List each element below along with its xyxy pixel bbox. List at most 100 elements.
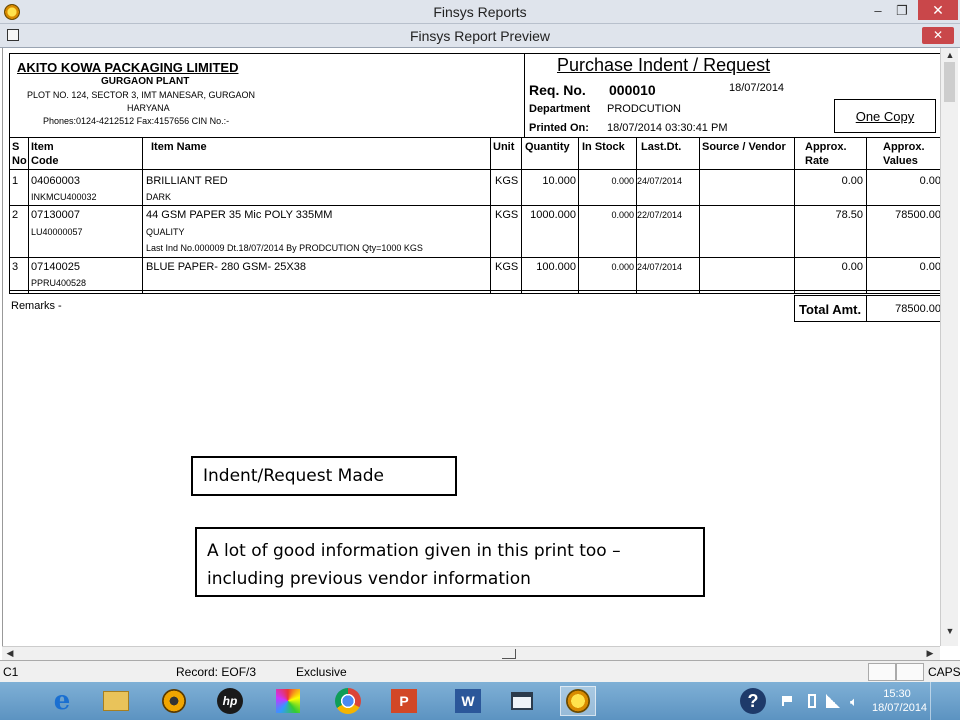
row2-rate: 78.50 (835, 209, 863, 221)
status-caps: CAPS (928, 665, 960, 679)
row1-name2: DARK (146, 192, 172, 202)
req-no-label: Req. No. (529, 82, 586, 98)
inner-window-title: Finsys Report Preview (409, 28, 551, 44)
req-date: 18/07/2014 (729, 82, 785, 94)
remarks-label: Remarks - (11, 300, 62, 312)
col-value-2: Values (883, 155, 918, 167)
status-box-2 (896, 663, 924, 681)
row3-qty: 100.000 (536, 261, 576, 273)
col-quantity: Quantity (525, 141, 570, 153)
taskbar: e hp P W ? 🔈︎ (0, 682, 960, 720)
powerpoint-icon-glyph: P (391, 689, 417, 713)
copy-label: One Copy (834, 99, 936, 133)
row2-qty: 1000.000 (530, 209, 576, 221)
finsys-icon[interactable] (560, 686, 596, 716)
col-code-2: Code (31, 155, 59, 167)
row1-qty: 10.000 (542, 175, 576, 187)
word-icon[interactable]: W (450, 686, 486, 716)
taskbar-date: 18/07/2014 (872, 702, 928, 714)
scroll-up-arrow-icon[interactable]: ▲ (943, 50, 957, 60)
scroll-right-arrow-icon[interactable]: ▶ (924, 648, 936, 659)
row2-stock: 0.000 (611, 210, 634, 220)
hp-icon[interactable]: hp (212, 686, 248, 716)
taskbar-time: 15:30 (883, 688, 911, 700)
outer-close-button[interactable]: ✕ (918, 0, 958, 20)
status-box-1 (868, 663, 896, 681)
battery-icon[interactable] (808, 694, 816, 708)
show-desktop-button[interactable] (930, 682, 960, 720)
vertical-scrollbar[interactable]: ▲ ▼ (940, 48, 958, 646)
window-icon[interactable] (504, 686, 540, 716)
row2-last: 22/07/2014 (637, 210, 683, 220)
row3-name: BLUE PAPER- 280 GSM- 25X38 (146, 261, 306, 273)
annotation-vendor-info: A lot of good information given in this … (195, 527, 705, 597)
row1-rate: 0.00 (841, 175, 863, 187)
signal-icon[interactable] (826, 694, 840, 708)
department-value: PRODCUTION (607, 103, 681, 115)
row1-code2: INKMCU400032 (31, 192, 97, 202)
status-mode: Exclusive (296, 665, 347, 679)
row1-value: 0.00 (919, 175, 940, 187)
row3-rate: 0.00 (841, 261, 863, 273)
row1-stock: 0.000 (611, 176, 634, 186)
outer-window-title: Finsys Reports (433, 4, 527, 20)
total-amount-label: Total Amt. (799, 302, 862, 317)
row3-code2: PPRU400528 (31, 278, 87, 288)
outer-title-bar: Finsys Reports – ❐ (0, 0, 960, 24)
col-item-name: Item Name (151, 141, 207, 153)
minimize-button[interactable]: – (868, 3, 888, 18)
annotation-indent-made: Indent/Request Made (191, 456, 457, 496)
row2-code: 07130007 (31, 209, 80, 221)
word-icon-glyph: W (455, 689, 481, 713)
status-bar: C1 Record: EOF/3 Exclusive CAPS (0, 660, 960, 682)
printed-on-value: 18/07/2014 03:30:41 PM (607, 122, 728, 134)
row1-code: 04060003 (31, 175, 80, 187)
ie-icon[interactable]: e (44, 686, 80, 716)
col-unit: Unit (493, 141, 515, 153)
inner-close-button[interactable]: ✕ (922, 27, 954, 44)
department-label: Department (529, 103, 591, 115)
row3-value: 0.00 (919, 261, 940, 273)
explorer-icon[interactable] (98, 686, 134, 716)
col-source-vendor: Source / Vendor (702, 141, 786, 153)
vertical-scroll-thumb[interactable] (944, 62, 955, 102)
taskbar-clock[interactable]: 15:30 18/07/2014 (872, 687, 928, 715)
row2-unit: KGS (495, 209, 519, 221)
company-state: HARYANA (127, 103, 170, 113)
col-value-1: Approx. (883, 141, 925, 153)
inner-title-bar: Finsys Report Preview (0, 24, 960, 48)
row1-sno: 1 (12, 175, 19, 187)
paint-icon[interactable] (270, 686, 306, 716)
row3-stock: 0.000 (611, 262, 634, 272)
row2-name2: QUALITY (146, 227, 185, 237)
col-rate-1: Approx. (805, 141, 847, 153)
document-title: Purchase Indent / Request (557, 55, 771, 75)
powerpoint-icon[interactable]: P (386, 686, 422, 716)
row3-sno: 3 (12, 261, 19, 273)
horizontal-scroll-thumb[interactable] (502, 649, 516, 659)
row1-unit: KGS (495, 175, 519, 187)
annotation-vendor-info-line2: including previous vendor information (207, 569, 531, 589)
col-last-date: Last.Dt. (641, 141, 682, 153)
help-icon[interactable]: ? (740, 688, 766, 714)
col-in-stock: In Stock (582, 141, 625, 153)
row2-code2: LU40000057 (31, 227, 83, 237)
horizontal-scrollbar[interactable]: ◀ ▶ (2, 646, 940, 660)
scroll-down-arrow-icon[interactable]: ▼ (943, 626, 957, 636)
status-c1: C1 (3, 665, 19, 679)
chrome-icon[interactable] (330, 686, 366, 716)
row2-name: 44 GSM PAPER 35 Mic POLY 335MM (146, 209, 333, 221)
total-amount-value: 78500.00 (895, 303, 940, 315)
annotation-vendor-info-line1: A lot of good information given in this … (207, 541, 621, 561)
scroll-left-arrow-icon[interactable]: ◀ (4, 648, 16, 659)
row3-code: 07140025 (31, 261, 80, 273)
col-rate-2: Rate (805, 155, 829, 167)
restore-button[interactable]: ❐ (892, 3, 912, 19)
company-contact: Phones:0124-4212512 Fax:4157656 CIN No.:… (43, 116, 230, 126)
volume-icon[interactable]: 🔈︎ (850, 694, 858, 710)
flag-icon[interactable] (782, 696, 792, 706)
row2-value: 78500.00 (895, 209, 940, 221)
media-icon[interactable] (156, 686, 192, 716)
hp-icon-glyph: hp (217, 688, 243, 714)
col-code-1: Item (31, 141, 54, 153)
